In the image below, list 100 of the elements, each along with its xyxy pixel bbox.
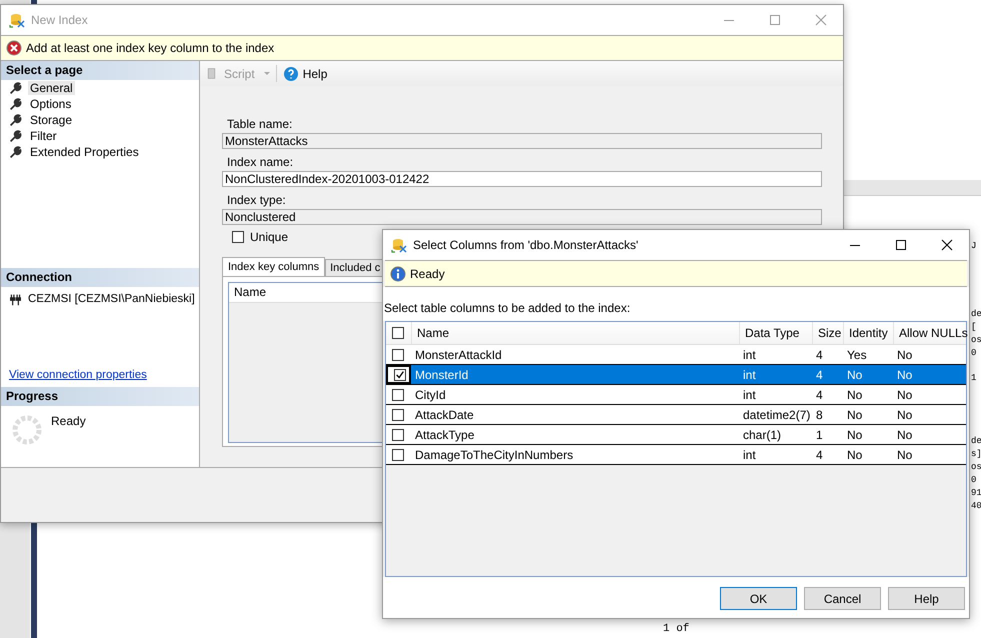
status-message: Ready <box>410 266 445 280</box>
checkbox[interactable] <box>392 448 404 460</box>
dialog-button[interactable]: OK <box>720 587 797 610</box>
progress-spinner-icon <box>11 414 43 446</box>
wrench-icon <box>9 130 22 142</box>
column-header[interactable]: Size <box>812 322 843 344</box>
close-icon[interactable] <box>941 239 953 251</box>
table-cell-text: No <box>846 446 864 464</box>
checkbox-label: Unique <box>250 230 288 244</box>
editor-text: os <box>971 334 981 347</box>
dialog-button[interactable]: Cancel <box>804 587 881 610</box>
table-row[interactable]: CityId int 4 No No <box>386 385 966 405</box>
progress-status: Ready <box>51 414 86 430</box>
table-row[interactable]: AttackDate datetime2(7) 8 No No <box>386 405 966 425</box>
table-cell-text: int <box>742 346 757 364</box>
instruction-text: Select table columns to be added to the index: <box>383 287 969 321</box>
column-header[interactable]: Identity <box>843 322 893 344</box>
table-cell-text: MonsterAttackId <box>414 346 503 364</box>
caret-icon <box>264 72 270 75</box>
table-row[interactable]: MonsterAttackId int 4 Yes No <box>386 345 966 365</box>
maximize-icon[interactable] <box>895 239 907 251</box>
page-item[interactable]: Extended Properties <box>28 145 141 159</box>
table-cell-text: No <box>846 426 864 444</box>
server-name: CEZMSI [CEZMSI\PanNiebieski] <box>28 293 195 305</box>
table-cell-text: No <box>896 346 914 364</box>
table-cell-text: Yes <box>846 346 868 364</box>
table-cell-text: AttackDate <box>414 406 475 424</box>
plug-icon <box>9 292 22 306</box>
table-cell-text: No <box>896 406 914 424</box>
checkbox[interactable] <box>392 428 404 440</box>
window-title: New Index <box>31 13 89 27</box>
dialog-button[interactable]: Help <box>888 587 965 610</box>
column-header[interactable]: Allow NULLs <box>893 322 968 344</box>
editor-text: 0 <box>971 474 978 487</box>
editor-text: s] <box>971 448 981 461</box>
editor-text: 1 <box>971 372 978 385</box>
table-cell-text: MonsterId <box>414 366 470 384</box>
table-row[interactable]: AttackType char(1) 1 No No <box>386 425 966 445</box>
table-cell-text: int <box>742 386 757 404</box>
editor-text: 0 <box>971 347 978 360</box>
table-cell-text: 4 <box>815 366 824 384</box>
info-icon <box>390 266 406 282</box>
index-icon <box>9 12 25 28</box>
field-label: Table name: <box>226 116 294 133</box>
column-header[interactable]: Name <box>411 322 739 344</box>
table-row[interactable]: DamageToTheCityInNumbers int 4 No No <box>386 445 966 465</box>
table-cell-text: No <box>846 406 864 424</box>
column-header[interactable]: Data Type <box>739 322 812 344</box>
checkbox[interactable] <box>232 231 244 243</box>
help-button[interactable]: Help <box>282 66 328 82</box>
editor-text: de <box>971 435 981 448</box>
wrench-icon <box>9 114 22 126</box>
checkbox[interactable] <box>392 388 404 400</box>
editor-text: 40 <box>971 500 981 513</box>
error-message: Add at least one index key column to the index <box>26 41 274 55</box>
section-header: Connection <box>1 268 199 287</box>
table-cell-text: No <box>896 446 914 464</box>
editor-text: [ <box>971 321 978 334</box>
page-item[interactable]: Filter <box>28 129 59 143</box>
table-cell-text: AttackType <box>414 426 476 444</box>
index-icon <box>391 237 407 253</box>
editor-text: J <box>971 240 978 253</box>
table-cell-text: 4 <box>815 386 824 404</box>
column-header: Name <box>234 285 266 299</box>
tab[interactable]: Index key columns <box>222 257 326 276</box>
page-item[interactable]: General <box>28 81 75 95</box>
text-field[interactable]: NonClusteredIndex-20201003-012422 <box>222 171 822 187</box>
table-cell-text: CityId <box>414 386 447 404</box>
table-cell-text: int <box>742 446 757 464</box>
table-cell-text: 8 <box>815 406 824 424</box>
error-icon <box>6 40 22 56</box>
view-properties-link[interactable]: View connection properties <box>9 369 147 381</box>
field-label: Index type: <box>226 192 287 209</box>
script-icon <box>205 67 218 80</box>
table-cell-text: No <box>896 426 914 444</box>
page-item[interactable]: Storage <box>28 113 74 127</box>
checkbox[interactable] <box>392 348 404 360</box>
table-cell-text: No <box>896 366 914 384</box>
editor-text: de <box>971 308 981 321</box>
checkbox[interactable] <box>392 327 404 339</box>
editor-text: os <box>971 461 981 474</box>
help-icon <box>282 66 299 82</box>
checkbox[interactable] <box>392 408 404 420</box>
table-cell-text: char(1) <box>742 426 782 444</box>
checkbox[interactable] <box>394 368 406 380</box>
editor-text: 91 <box>971 487 981 500</box>
wrench-icon <box>9 82 22 94</box>
table-cell-text: No <box>846 386 864 404</box>
page-item[interactable]: Options <box>28 97 74 111</box>
table-row[interactable]: MonsterId int 4 No No <box>386 365 966 385</box>
wrench-icon <box>9 98 22 110</box>
table-cell-text: No <box>896 386 914 404</box>
field-label: Index name: <box>226 154 294 171</box>
window-title: Select Columns from 'dbo.MonsterAttacks' <box>413 238 640 252</box>
table-cell-text: 4 <box>815 446 824 464</box>
table-cell-text: datetime2(7) <box>742 406 812 424</box>
wrench-icon <box>9 146 22 158</box>
section-header: Select a page <box>1 61 199 80</box>
table-cell-text: int <box>742 366 757 384</box>
editor-text: 1 of <box>663 623 690 635</box>
